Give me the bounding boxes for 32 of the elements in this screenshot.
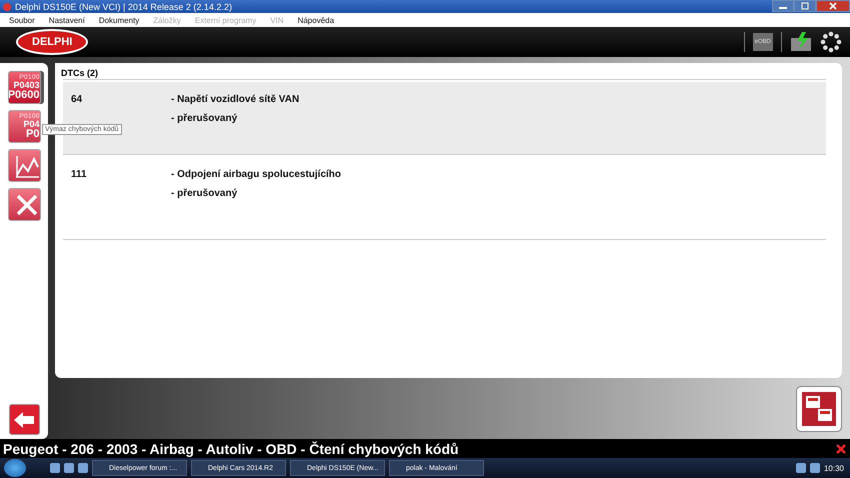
menu-item[interactable]: Nápověda [298, 16, 334, 24]
dtc-description: - Odpojení airbagu spolucestujícího [171, 169, 342, 180]
window-title: Delphi DS150E (New VCI) | 2014 Release 2 (2.14.2.2) [15, 2, 232, 12]
start-button[interactable] [4, 459, 26, 477]
windows-icon [805, 394, 833, 422]
menu-item[interactable]: Soubor [9, 16, 35, 24]
menu-item[interactable]: Nastavení [48, 16, 85, 24]
restore-button[interactable] [794, 0, 816, 12]
arrow-left-icon [13, 410, 35, 428]
panel-tab[interactable]: DTCs (2) [55, 65, 104, 81]
dtc-description: - Napětí vozidlové sítě VAN [171, 94, 300, 105]
dtc-description: - přerušovaný [171, 113, 238, 124]
dtc-row[interactable]: 111 - Odpojení airbagu spolucestujícího - přerušovaný [63, 157, 826, 240]
clock: 10:30 [824, 464, 844, 472]
loading-icon [820, 31, 842, 53]
menu-item[interactable]: Dokumenty [98, 16, 140, 24]
close-button[interactable] [816, 0, 850, 12]
minimize-button[interactable] [772, 0, 794, 12]
app-icon [3, 2, 11, 10]
report-button[interactable] [796, 386, 842, 432]
back-button[interactable] [8, 404, 40, 435]
battery-icon[interactable] [790, 32, 812, 52]
status-text: Peugeot - 206 - 2003 - Airbag - Autoliv - OBD - Čtení chybových kódů [3, 440, 459, 456]
close-icon [828, 2, 838, 10]
logo: DELPHI [16, 29, 88, 55]
sidebar-button[interactable] [8, 149, 40, 182]
close-icon[interactable] [836, 444, 846, 454]
dtc-code: 64 [71, 94, 84, 105]
dtc-code: 111 [71, 169, 88, 180]
dtc-description: - přerušovaný [171, 188, 238, 199]
sidebar-button[interactable] [8, 188, 40, 221]
restore-icon [800, 2, 810, 10]
